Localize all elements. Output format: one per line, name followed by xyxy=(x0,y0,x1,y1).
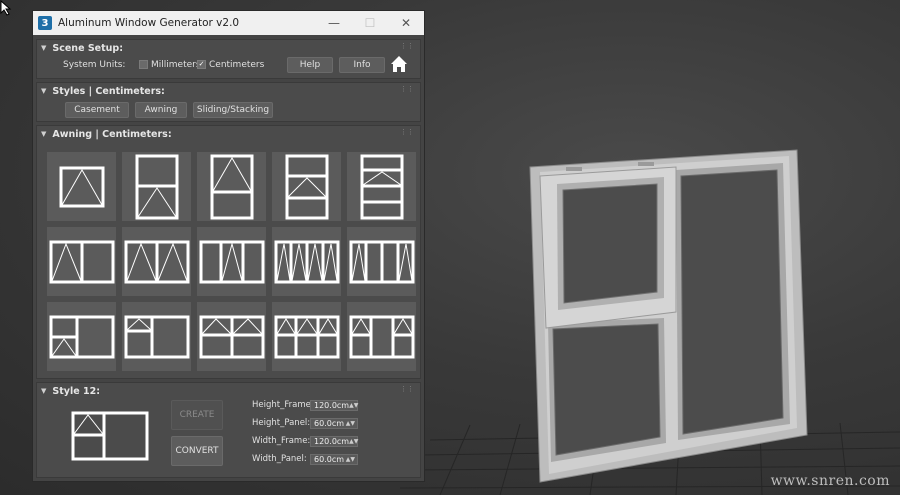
width-panel-value: 60.0cm xyxy=(314,454,345,464)
collapse-arrow-icon: ▼ xyxy=(41,87,47,95)
sliding-stacking-button[interactable]: Sliding/Stacking xyxy=(193,102,273,118)
height-frame-label: Height_Frame: xyxy=(252,400,314,410)
app-icon: 3 xyxy=(38,16,52,30)
rollout-styles: ▼ Styles | Centimeters: ⋮⋮ Casement Awni… xyxy=(36,82,421,122)
rollout-title: Style 12: xyxy=(52,385,100,397)
maximize-icon: ☐ xyxy=(364,16,376,30)
width-panel-row: Width_Panel: 60.0cm ▲▼ xyxy=(252,452,358,466)
width-frame-label: Width_Frame: xyxy=(252,436,311,446)
style-thumb-9[interactable] xyxy=(272,227,341,296)
width-panel-spinner[interactable]: 60.0cm ▲▼ xyxy=(310,453,358,465)
height-panel-label: Height_Panel: xyxy=(252,418,311,428)
rollout-title: Styles | Centimeters: xyxy=(52,85,165,97)
rollout-header-styles[interactable]: ▼ Styles | Centimeters: xyxy=(37,83,420,99)
style-thumb-6[interactable] xyxy=(47,227,116,296)
style-thumb-4[interactable] xyxy=(272,152,341,221)
height-panel-value: 60.0cm xyxy=(314,418,345,428)
style-thumb-1[interactable] xyxy=(47,152,116,221)
style-thumb-15[interactable] xyxy=(347,302,416,371)
height-frame-spinner[interactable]: 120.0cm ▲▼ xyxy=(310,399,360,411)
height-panel-row: Height_Panel: 60.0cm ▲▼ xyxy=(252,416,358,430)
width-frame-spinner[interactable]: 120.0cm ▲▼ xyxy=(310,435,360,447)
width-frame-value: 120.0cm xyxy=(314,436,350,446)
home-icon[interactable] xyxy=(390,55,408,73)
spinner-arrows-icon[interactable]: ▲▼ xyxy=(346,455,357,464)
centimeters-option[interactable]: ✓ Centimeters xyxy=(197,60,264,70)
height-frame-row: Height_Frame: 120.0cm ▲▼ xyxy=(252,398,358,412)
watermark: www.snren.com xyxy=(770,473,890,489)
millimeters-label: Millimeters xyxy=(151,60,201,70)
generator-dialog: 3 Aluminum Window Generator v2.0 — ☐ ✕ ▼… xyxy=(32,10,425,482)
rollout-header-awning[interactable]: ▼ Awning | Centimeters: xyxy=(37,126,420,142)
rollout-header-style-12[interactable]: ▼ Style 12: xyxy=(37,383,420,399)
centimeters-checkbox[interactable]: ✓ xyxy=(197,60,206,69)
convert-button[interactable]: CONVERT xyxy=(171,436,223,466)
rollout-title: Scene Setup: xyxy=(52,42,124,54)
drag-grip-icon[interactable]: ⋮⋮ xyxy=(400,42,414,50)
system-units-label: System Units: xyxy=(63,60,126,70)
collapse-arrow-icon: ▼ xyxy=(41,387,47,395)
help-button[interactable]: Help xyxy=(287,57,333,73)
collapse-arrow-icon: ▼ xyxy=(41,44,47,52)
spinner-arrows-icon[interactable]: ▲▼ xyxy=(349,401,360,410)
mouse-cursor-icon xyxy=(0,0,12,16)
style-thumb-13[interactable] xyxy=(197,302,266,371)
rollout-awning: ▼ Awning | Centimeters: ⋮⋮ xyxy=(36,125,421,379)
create-button: CREATE xyxy=(171,400,223,430)
style-thumb-3[interactable] xyxy=(197,152,266,221)
style-thumb-8[interactable] xyxy=(197,227,266,296)
drag-grip-icon[interactable]: ⋮⋮ xyxy=(400,385,414,393)
spinner-arrows-icon[interactable]: ▲▼ xyxy=(349,437,360,446)
style-thumb-11[interactable] xyxy=(47,302,116,371)
style-12-preview xyxy=(71,411,149,461)
awning-button[interactable]: Awning xyxy=(135,102,187,118)
style-thumb-7[interactable] xyxy=(122,227,191,296)
width-panel-label: Width_Panel: xyxy=(252,454,307,464)
style-thumb-5[interactable] xyxy=(347,152,416,221)
window-title: Aluminum Window Generator v2.0 xyxy=(58,17,240,29)
spinner-arrows-icon[interactable]: ▲▼ xyxy=(346,419,357,428)
rollout-header-scene-setup[interactable]: ▼ Scene Setup: xyxy=(37,40,420,56)
millimeters-checkbox[interactable] xyxy=(139,60,148,69)
info-button[interactable]: Info xyxy=(339,57,385,73)
window-model[interactable] xyxy=(529,149,808,483)
style-thumbnail-grid xyxy=(47,152,416,371)
rollout-title: Awning | Centimeters: xyxy=(52,128,172,140)
height-frame-value: 120.0cm xyxy=(314,400,350,410)
close-icon[interactable]: ✕ xyxy=(388,16,424,30)
height-panel-spinner[interactable]: 60.0cm ▲▼ xyxy=(310,417,358,429)
style-thumb-12[interactable] xyxy=(122,302,191,371)
title-bar[interactable]: 3 Aluminum Window Generator v2.0 — ☐ ✕ xyxy=(33,11,424,35)
centimeters-label: Centimeters xyxy=(209,60,265,70)
casement-button[interactable]: Casement xyxy=(65,102,129,118)
style-thumb-14[interactable] xyxy=(272,302,341,371)
rollout-style-12: ▼ Style 12: ⋮⋮ CREATE CONVERT Height_Fra… xyxy=(36,382,421,478)
style-thumb-2[interactable] xyxy=(122,152,191,221)
rollout-scene-setup: ▼ Scene Setup: ⋮⋮ System Units: Millimet… xyxy=(36,39,421,79)
drag-grip-icon[interactable]: ⋮⋮ xyxy=(400,128,414,136)
drag-grip-icon[interactable]: ⋮⋮ xyxy=(400,85,414,93)
style-thumb-10[interactable] xyxy=(347,227,416,296)
minimize-icon[interactable]: — xyxy=(316,16,352,30)
width-frame-row: Width_Frame: 120.0cm ▲▼ xyxy=(252,434,358,448)
collapse-arrow-icon: ▼ xyxy=(41,130,47,138)
millimeters-option[interactable]: Millimeters xyxy=(139,60,201,70)
